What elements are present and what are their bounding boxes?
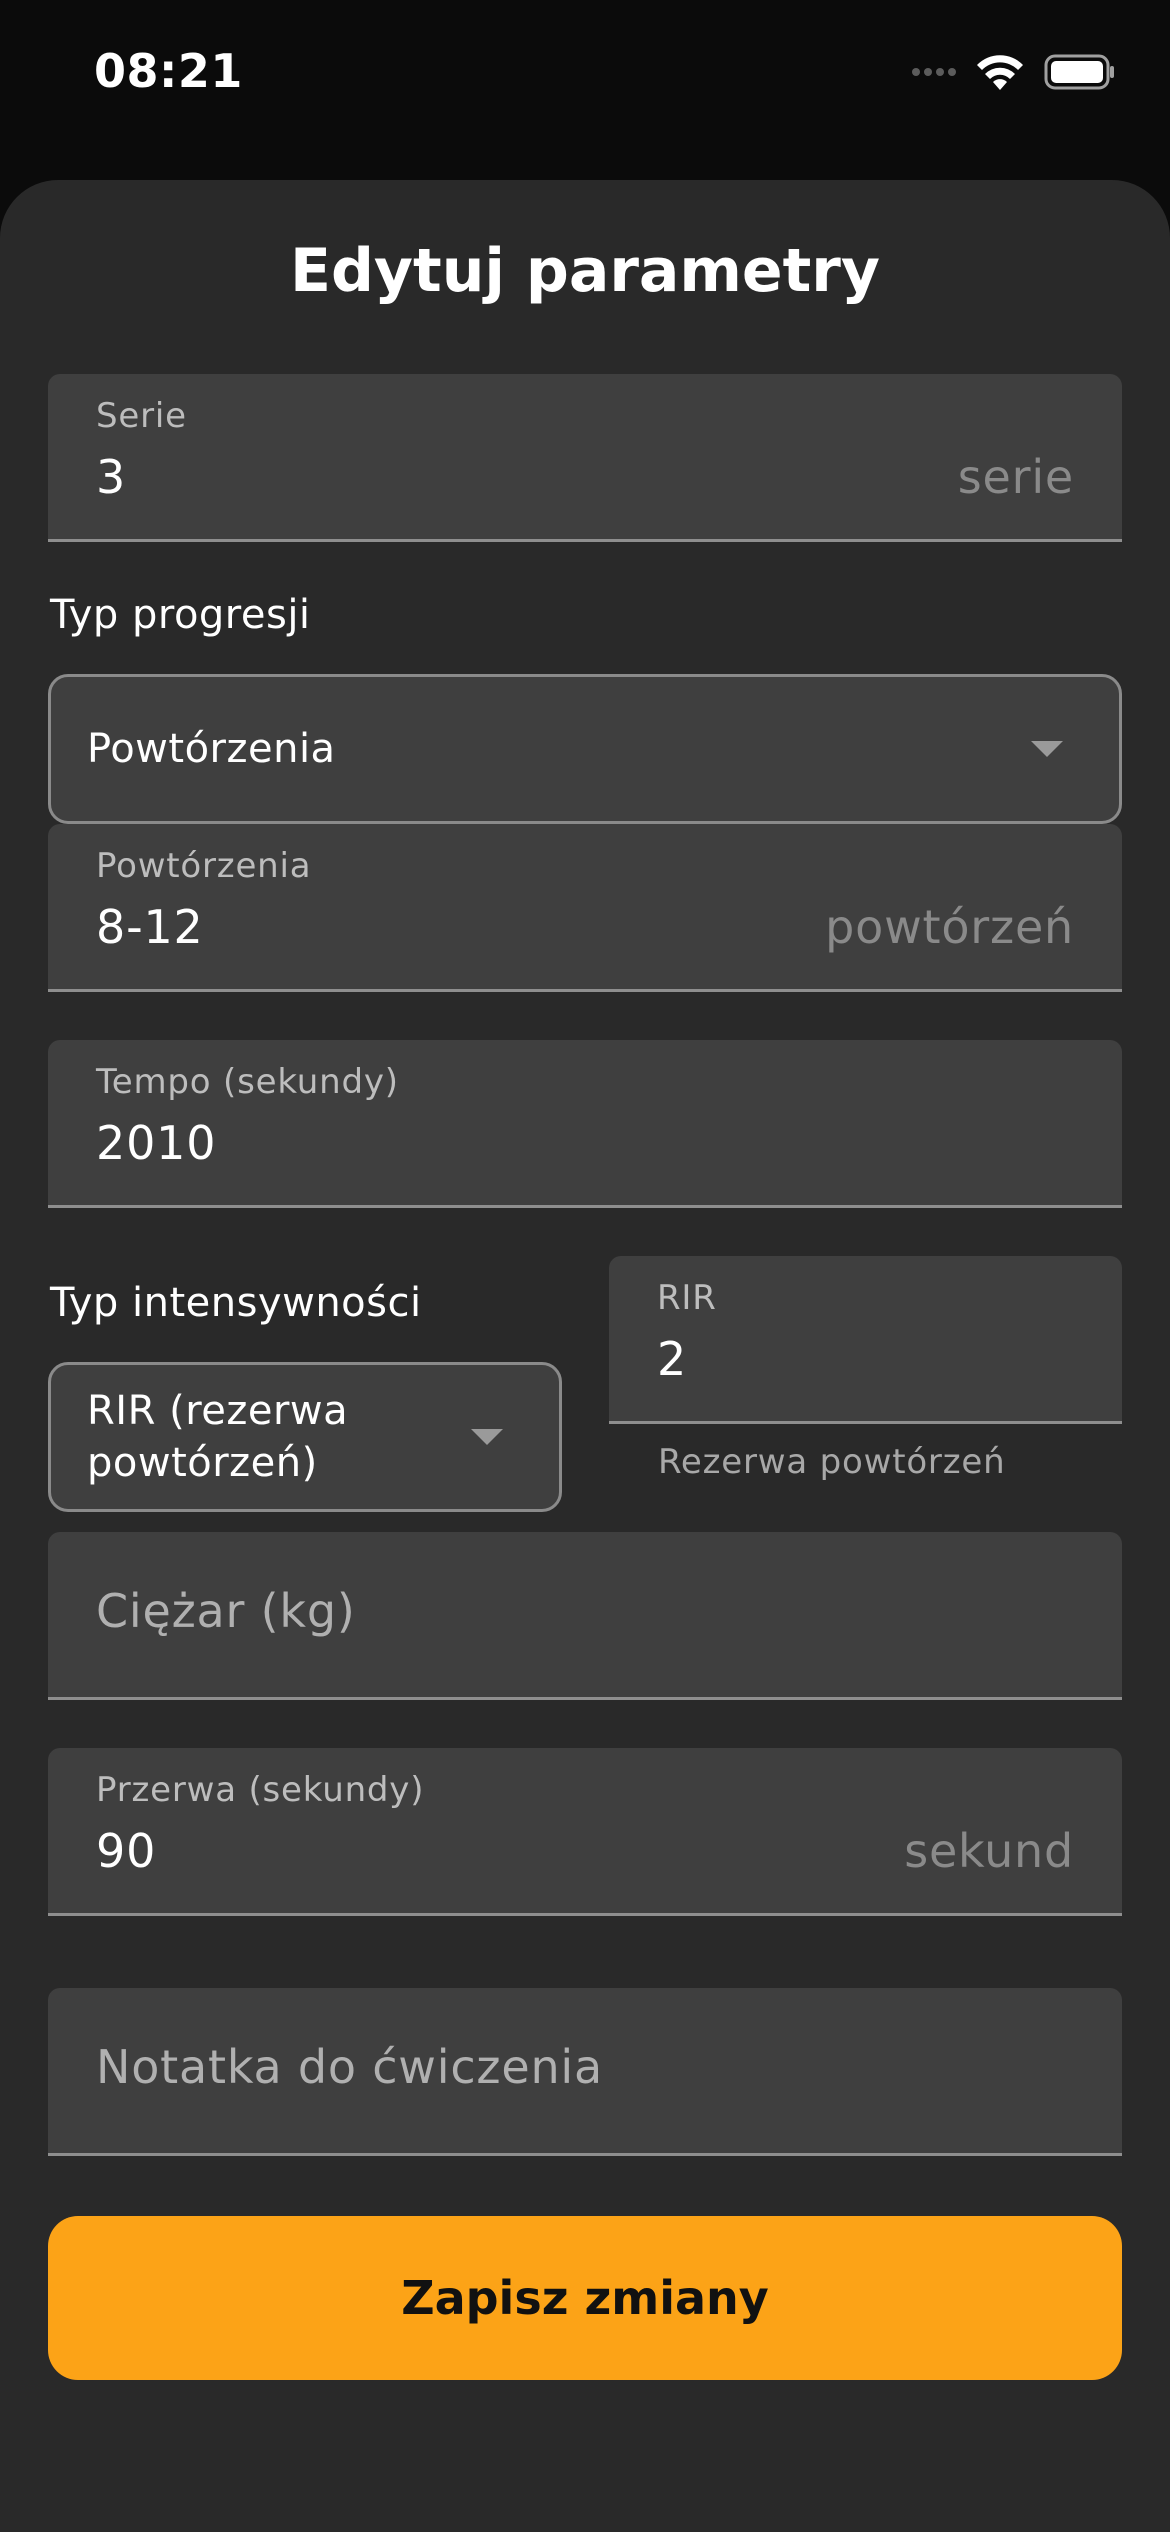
edit-parameters-sheet: Edytuj parametry Serie 3 serie Typ progr… <box>0 180 1170 2532</box>
note-field[interactable]: Notatka do ćwiczenia <box>48 1988 1122 2156</box>
rest-field[interactable]: Przerwa (sekundy) 90 sekund <box>48 1748 1122 1916</box>
rir-field[interactable]: RIR 2 <box>609 1256 1122 1424</box>
status-time: 08:21 <box>94 44 243 98</box>
weight-placeholder: Ciężar (kg) <box>96 1584 356 1638</box>
intensity-type-dropdown[interactable]: RIR (rezerwa powtórzeń) <box>48 1362 562 1512</box>
cellular-signal-icon <box>908 68 956 76</box>
rest-value: 90 <box>96 1824 157 1878</box>
series-field[interactable]: Serie 3 serie <box>48 374 1122 542</box>
intensity-type-label: Typ intensywności <box>50 1280 422 1326</box>
rir-helper-text: Rezerwa powtórzeń <box>658 1442 1006 1482</box>
rir-label: RIR <box>657 1278 717 1318</box>
progression-type-label: Typ progresji <box>50 592 311 638</box>
rest-label: Przerwa (sekundy) <box>96 1770 425 1810</box>
save-changes-button[interactable]: Zapisz zmiany <box>48 2216 1122 2380</box>
reps-field[interactable]: Powtórzenia 8-12 powtórzeń <box>48 824 1122 992</box>
wifi-icon <box>977 55 1023 90</box>
intensity-type-selected: RIR (rezerwa powtórzeń) <box>87 1388 349 1486</box>
note-placeholder: Notatka do ćwiczenia <box>96 2040 603 2094</box>
series-value: 3 <box>96 450 127 504</box>
status-bar: 08:21 <box>0 0 1170 150</box>
progression-type-dropdown[interactable]: Powtórzenia <box>48 674 1122 824</box>
sheet-title: Edytuj parametry <box>289 236 880 306</box>
battery-icon <box>1044 54 1114 90</box>
reps-value: 8-12 <box>96 900 204 954</box>
reps-suffix: powtórzeń <box>825 900 1074 954</box>
tempo-label: Tempo (sekundy) <box>96 1062 399 1102</box>
status-icons <box>908 52 1116 92</box>
chevron-down-icon <box>471 1429 503 1445</box>
rest-suffix: sekund <box>904 1824 1074 1878</box>
chevron-down-icon <box>1031 741 1063 757</box>
weight-field[interactable]: Ciężar (kg) <box>48 1532 1122 1700</box>
progression-type-selected: Powtórzenia <box>87 726 336 772</box>
rir-value: 2 <box>657 1332 688 1386</box>
series-label: Serie <box>96 396 187 436</box>
tempo-value: 2010 <box>96 1116 217 1170</box>
reps-label: Powtórzenia <box>96 846 312 886</box>
series-suffix: serie <box>957 450 1074 504</box>
tempo-field[interactable]: Tempo (sekundy) 2010 <box>48 1040 1122 1208</box>
